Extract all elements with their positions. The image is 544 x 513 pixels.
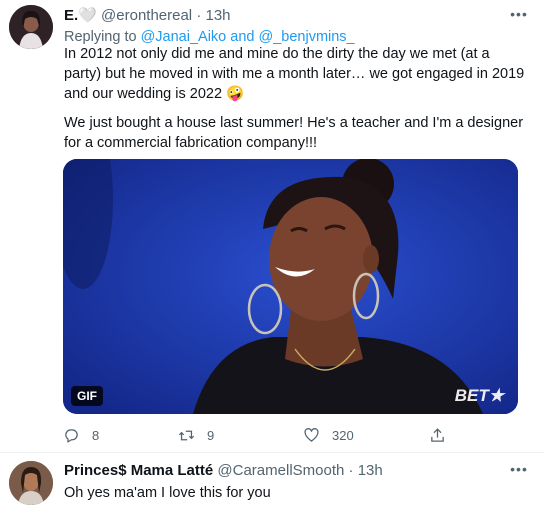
tweet-text: We just bought a house last summer! He's… [64, 115, 524, 151]
reply-button[interactable]: 8 [63, 424, 99, 446]
more-icon[interactable]: ••• [508, 7, 530, 26]
timestamp[interactable]: 13h [358, 462, 383, 479]
mention-link[interactable]: @Janai_Aiko [141, 29, 227, 45]
mention-link[interactable]: @_benjvmins_ [259, 29, 355, 45]
display-name[interactable]: E.🤍 [64, 7, 97, 24]
separator-dot: · [348, 462, 354, 479]
like-button[interactable]: 320 [303, 424, 354, 446]
reply-icon [65, 428, 78, 443]
user-handle[interactable]: @CaramellSmooth [217, 462, 344, 479]
retweet-count: 9 [207, 427, 215, 443]
tweet-text: Oh yes ma'am I love this for you [64, 485, 271, 501]
retweet-button[interactable]: 9 [178, 424, 214, 446]
replying-to-label: Replying to [64, 29, 137, 45]
avatar[interactable] [9, 5, 53, 49]
avatar[interactable] [9, 461, 53, 505]
share-button[interactable] [429, 424, 446, 446]
user-handle[interactable]: @eronthereal [101, 7, 192, 24]
like-icon [304, 427, 319, 442]
mention-and[interactable]: and [230, 29, 254, 45]
reply-count: 8 [92, 427, 100, 443]
retweet-icon [178, 430, 195, 440]
tweet-header: Princes$ Mama Latté @CaramellSmooth · 13… [64, 461, 383, 481]
display-name[interactable]: Princes$ Mama Latté [64, 462, 213, 479]
bet-watermark: BET★ [454, 386, 504, 405]
share-icon [431, 427, 444, 442]
tweet-text: In 2012 not only did me and mine do the … [64, 46, 525, 102]
more-icon[interactable]: ••• [508, 462, 530, 481]
tweet-header: E.🤍 @eronthereal · 13h [64, 6, 231, 26]
tweet-actions: 8 9 320 [63, 424, 463, 446]
gif-badge: GIF [71, 386, 103, 406]
tweet[interactable]: E.🤍 @eronthereal · 13h ••• Replying to @… [0, 0, 544, 453]
like-count: 320 [332, 427, 354, 443]
tweet[interactable]: Princes$ Mama Latté @CaramellSmooth · 13… [0, 453, 544, 513]
gif-media[interactable]: GIF BET★ [63, 159, 518, 414]
separator-dot: · [196, 7, 202, 24]
gif-image [63, 159, 518, 414]
timestamp[interactable]: 13h [206, 7, 231, 24]
